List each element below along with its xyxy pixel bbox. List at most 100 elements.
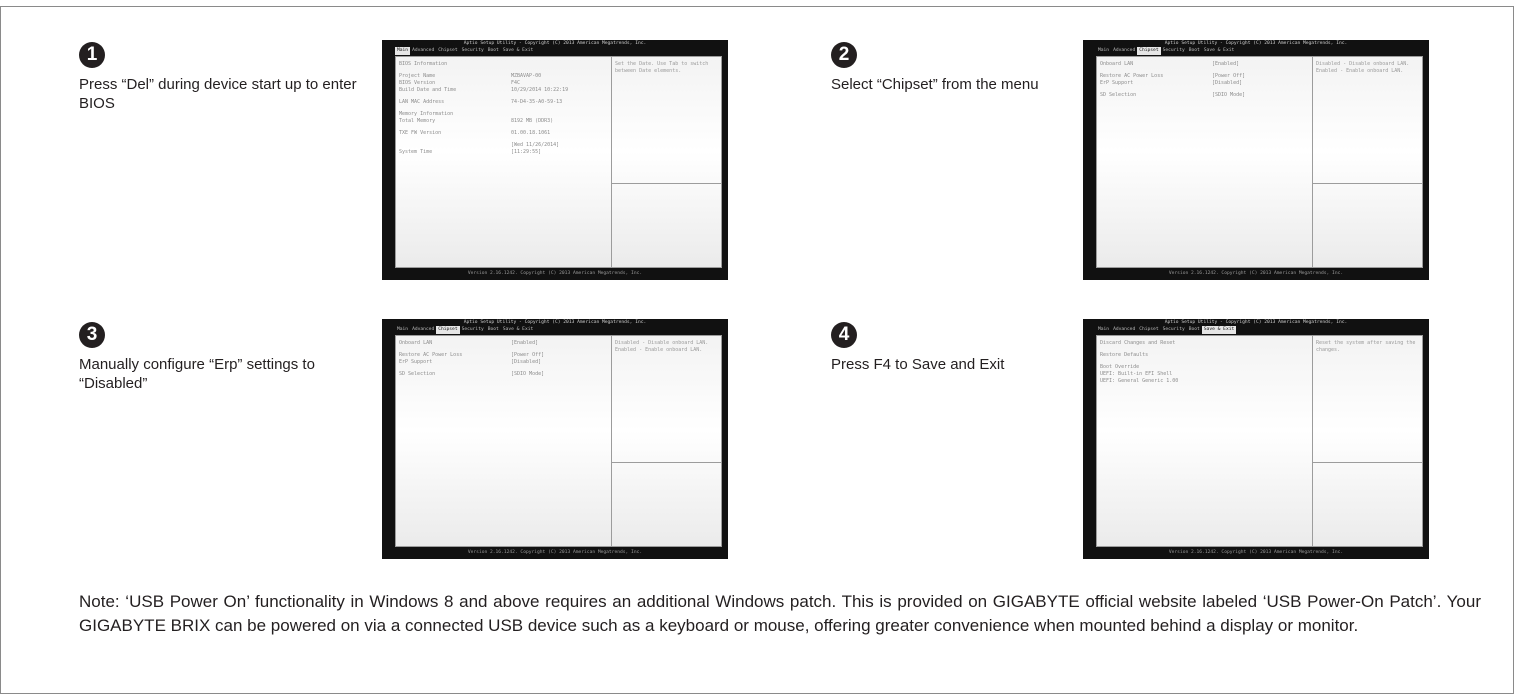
bios-setting-value: 01.00.18.1061 [511, 130, 551, 136]
bios-setting-value: 8192 MB (DDR3) [511, 118, 554, 124]
bios-setting-row: LAN MAC Address 74-D4-35-A0-59-13 [399, 99, 608, 106]
bios-setting-label [399, 142, 511, 149]
step-1: 1 Press “Del” during device start up to … [79, 42, 369, 113]
step-3: 3 Manually configure “Erp” settings to “… [79, 322, 319, 393]
bios-help-text: Set the Date. Use Tab to switch between … [612, 57, 721, 184]
bios-tab-bar: Main Advanced Chipset Security Boot Save & Ex… [1083, 326, 1429, 334]
bios-setting-row: Total Memory 8192 MB (DDR3) [399, 118, 608, 125]
step-4: 4 Press F4 to Save and Exit [831, 322, 1071, 374]
bios-setting-label: LAN MAC Address [399, 99, 445, 105]
bios-tab-bar: Main Advanced Chipset Security Boot Save & Ex… [1083, 47, 1429, 55]
bios-tab: Boot [1188, 48, 1200, 53]
bios-setting-label: SD Selection [399, 371, 436, 377]
bios-setting-row: ErP Support [Disabled] [1100, 80, 1309, 87]
bios-setting-label: Project Name [399, 73, 436, 79]
bios-tab: Advanced [1113, 327, 1136, 332]
bios-setting-value: [Enabled] [1212, 61, 1240, 67]
bios-setting-value: [Power Off] [511, 352, 545, 358]
bios-title-bar: Aptio Setup Utility - Copyright (C) 2013… [1164, 41, 1348, 46]
bios-setting-row: UEFI: Built-in EFI Shell [1100, 371, 1309, 378]
bios-setting-row: Memory Information [399, 111, 608, 118]
bios-setting-label: SD Selection [1100, 92, 1137, 98]
bios-tab: Boot [1188, 327, 1200, 332]
bios-setting-value: [Enabled] [511, 340, 539, 346]
bios-setting-value: MZBAVAP-00 [511, 73, 542, 79]
bios-tab: Security [461, 327, 484, 332]
bios-tab: Security [1162, 48, 1185, 53]
bios-panel: BIOS Information Project Name MZBAVAP-00 BI… [395, 56, 722, 268]
bios-tab: Boot [487, 327, 499, 332]
bios-setting-label: UEFI: Built-in EFI Shell [1100, 371, 1173, 377]
bios-setting-row: SD Selection [SDIO Mode] [1100, 92, 1309, 99]
bios-footer: Version 2.16.1242. Copyright (C) 2013 Am… [1168, 271, 1344, 276]
bios-title-bar: Aptio Setup Utility - Copyright (C) 2013… [463, 320, 647, 325]
bios-tab-bar: Main Advanced Chipset Security Boot Save & Ex… [382, 326, 728, 334]
bios-settings-list: BIOS Information Project Name MZBAVAP-00 BI… [396, 57, 612, 267]
bios-setting-label: Restore Defaults [1100, 352, 1149, 358]
bios-tab: Main [395, 47, 411, 55]
bios-setting-label: BIOS Version [399, 80, 436, 86]
bios-setting-label: Boot Override [1100, 364, 1140, 370]
bios-setting-label: Discard Changes and Reset [1100, 340, 1176, 346]
step-number-badge: 4 [831, 322, 857, 348]
step-instruction: Manually configure “Erp” settings to “Di… [79, 356, 315, 392]
bios-panel: Onboard LAN [Enabled] Restore AC Power Los… [395, 335, 722, 547]
bios-tab: Main [397, 327, 409, 332]
step-number-badge: 3 [79, 322, 105, 348]
bios-screenshot-save-exit: Aptio Setup Utility - Copyright (C) 2013… [1083, 319, 1429, 559]
bios-tab-bar: Main Advanced Chipset Security Boot Save & Ex… [382, 47, 728, 55]
bios-tab: Chipset [1139, 327, 1159, 332]
bios-setting-label: Restore AC Power Loss [1100, 73, 1164, 79]
bios-setting-row: Project Name MZBAVAP-00 [399, 73, 608, 80]
bios-setting-value: 10/29/2014 10:22:19 [511, 87, 569, 93]
bios-title-bar: Aptio Setup Utility - Copyright (C) 2013… [463, 41, 647, 46]
bios-settings-list: Onboard LAN [Enabled] Restore AC Power Los… [1097, 57, 1313, 267]
usb-power-on-note: Note: ‘USB Power On’ functionality in Wi… [79, 592, 1481, 635]
bios-help-column: Set the Date. Use Tab to switch between … [612, 57, 721, 267]
bios-setting-label: Restore AC Power Loss [399, 352, 463, 358]
bios-tab: Security [461, 48, 484, 53]
bios-setting-label: Total Memory [399, 118, 436, 124]
bios-setting-row: BIOS Information [399, 61, 608, 68]
bios-setting-value: [11:29:55] [511, 149, 542, 155]
bios-setting-label: UEFI: General Generic 1.00 [1100, 378, 1179, 384]
bios-panel: Discard Changes and Reset Restore Default… [1096, 335, 1423, 547]
bios-setting-value: [Wed 11/26/2014] [511, 142, 560, 148]
bios-setting-row: System Time [11:29:55] [399, 149, 608, 156]
step-2: 2 Select “Chipset” from the menu [831, 42, 1071, 94]
bios-setting-row: Restore Defaults [1100, 352, 1309, 359]
bios-setting-value: F4C [511, 80, 521, 86]
bios-setting-row: Boot Override [1100, 364, 1309, 371]
bios-setting-value: [Disabled] [1212, 80, 1243, 86]
bios-setting-value: [SDIO Mode] [511, 371, 545, 377]
bios-setting-label: System Time [399, 149, 433, 155]
bios-settings-list: Discard Changes and Reset Restore Default… [1097, 336, 1313, 546]
bios-tab: Advanced [1113, 48, 1136, 53]
bios-tab: Main [1098, 48, 1110, 53]
bios-panel: Onboard LAN [Enabled] Restore AC Power Los… [1096, 56, 1423, 268]
bios-setting-row: ErP Support [Disabled] [399, 359, 608, 366]
step-number-badge: 1 [79, 42, 105, 68]
bios-setting-value: 74-D4-35-A0-59-13 [511, 99, 563, 105]
bios-help-text: Reset the system after saving the change… [1313, 336, 1422, 463]
bios-setting-label: Onboard LAN [1100, 61, 1134, 67]
bios-setting-row: UEFI: General Generic 1.00 [1100, 378, 1309, 385]
bios-setting-value: [Disabled] [511, 359, 542, 365]
step-number-badge: 2 [831, 42, 857, 68]
bios-setting-row: BIOS Version F4C [399, 80, 608, 87]
bios-setting-row: Restore AC Power Loss [Power Off] [399, 352, 608, 359]
bios-setting-label: Build Date and Time [399, 87, 457, 93]
bios-tab: Chipset [1137, 47, 1161, 55]
bios-help-text: Disabled - Disable onboard LAN. Enabled … [612, 336, 721, 463]
bios-setting-row: Restore AC Power Loss [Power Off] [1100, 73, 1309, 80]
bios-tab: Save & Exit [502, 48, 534, 53]
bios-setting-row: [Wed 11/26/2014] [399, 142, 608, 149]
bios-tab: Advanced [412, 48, 435, 53]
bios-help-column: Reset the system after saving the change… [1313, 336, 1422, 546]
bios-tab: Save & Exit [1201, 326, 1237, 334]
bios-footer: Version 2.16.1242. Copyright (C) 2013 Am… [467, 550, 643, 555]
bios-help-text: Disabled - Disable onboard LAN. Enabled … [1313, 57, 1422, 184]
bios-tab: Save & Exit [502, 327, 534, 332]
bios-screenshot-main: Aptio Setup Utility - Copyright (C) 2013… [382, 40, 728, 280]
bios-tab: Boot [487, 48, 499, 53]
